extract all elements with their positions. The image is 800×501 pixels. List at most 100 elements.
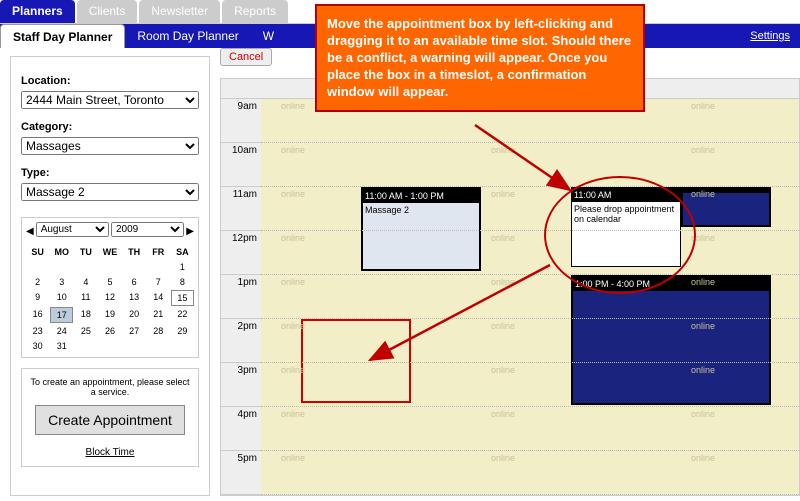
calendar-day[interactable]: 4: [74, 275, 97, 289]
calendar-day[interactable]: 14: [147, 290, 170, 306]
watermark: online: [691, 321, 715, 331]
calendar-day[interactable]: 8: [171, 275, 194, 289]
calendar-day[interactable]: 13: [123, 290, 146, 306]
grid-row: [261, 319, 799, 363]
calendar-day[interactable]: 9: [26, 290, 49, 306]
calendar-dayhead: WE: [98, 245, 121, 259]
calendar-day[interactable]: 23: [26, 324, 49, 338]
time-column: 9am10am11am12pm1pm2pm3pm4pm5pm: [221, 99, 261, 495]
watermark: online: [691, 189, 715, 199]
watermark: online: [281, 101, 305, 111]
calendar-day[interactable]: 29: [171, 324, 194, 338]
calendar-day[interactable]: 2: [26, 275, 49, 289]
calendar-dayhead: MO: [50, 245, 73, 259]
watermark: online: [491, 453, 515, 463]
calendar-day[interactable]: 18: [74, 307, 97, 323]
calendar-day[interactable]: 21: [147, 307, 170, 323]
calendar-day[interactable]: 19: [98, 307, 121, 323]
subtab-staff-day-planner[interactable]: Staff Day Planner: [0, 24, 125, 48]
cancel-button[interactable]: Cancel: [220, 48, 272, 66]
calendar-day[interactable]: 7: [147, 275, 170, 289]
create-hint: To create an appointment, please select …: [30, 377, 190, 397]
tab-reports[interactable]: Reports: [222, 0, 288, 23]
calendar-day[interactable]: 30: [26, 339, 49, 353]
create-appointment-box: To create an appointment, please select …: [21, 368, 199, 467]
content: Cancel 9am10am11am12pm1pm2pm3pm4pm5pm 11…: [210, 48, 800, 496]
calendar-day[interactable]: 3: [50, 275, 73, 289]
calendar-day[interactable]: 28: [147, 324, 170, 338]
calendar-day[interactable]: 17: [50, 307, 73, 323]
calendar-day[interactable]: 27: [123, 324, 146, 338]
watermark: online: [281, 233, 305, 243]
year-select[interactable]: 2009: [111, 222, 184, 237]
mini-calendar: ◀ August 2009 ▶ SUMOTUWETHFRSA1234567891…: [21, 217, 199, 358]
instruction-callout: Move the appointment box by left-clickin…: [315, 4, 645, 112]
calendar-dayhead: FR: [147, 245, 170, 259]
tab-planners[interactable]: Planners: [0, 0, 75, 23]
watermark: online: [491, 409, 515, 419]
time-label: 1pm: [221, 275, 261, 319]
location-label: Location:: [21, 75, 199, 87]
sidebar: Location: 2444 Main Street, Toronto Cate…: [10, 56, 210, 496]
tab-clients[interactable]: Clients: [77, 0, 138, 23]
calendar-day[interactable]: 22: [171, 307, 194, 323]
time-label: 4pm: [221, 407, 261, 451]
watermark: online: [691, 277, 715, 287]
watermark: online: [691, 101, 715, 111]
calendar-day: [147, 260, 170, 274]
calendar-day[interactable]: 20: [123, 307, 146, 323]
grid-row: [261, 231, 799, 275]
watermark: online: [691, 233, 715, 243]
month-select[interactable]: August: [36, 222, 109, 237]
watermark: online: [491, 321, 515, 331]
watermark: online: [691, 365, 715, 375]
calendar-dayhead: TU: [74, 245, 97, 259]
calendar-day: [123, 260, 146, 274]
calendar-day[interactable]: 11: [74, 290, 97, 306]
watermark: online: [491, 233, 515, 243]
subtab-w[interactable]: W: [251, 24, 286, 48]
calendar-day[interactable]: 25: [74, 324, 97, 338]
block-time-link[interactable]: Block Time: [30, 447, 190, 458]
calendar-day[interactable]: 16: [26, 307, 49, 323]
time-label: 3pm: [221, 363, 261, 407]
watermark: online: [281, 277, 305, 287]
watermark: online: [281, 409, 305, 419]
calendar-day: [98, 260, 121, 274]
create-appointment-button[interactable]: Create Appointment: [35, 405, 185, 435]
schedule-grid[interactable]: 11:00 AM - 1:00 PM Massage 2 11:00 AM Pl…: [261, 99, 799, 495]
calendar-day[interactable]: 24: [50, 324, 73, 338]
calendar-day[interactable]: 12: [98, 290, 121, 306]
grid-row: [261, 275, 799, 319]
location-select[interactable]: 2444 Main Street, Toronto: [21, 91, 199, 109]
calendar-day: [50, 260, 73, 274]
type-select[interactable]: Massage 2: [21, 183, 199, 201]
watermark: online: [691, 145, 715, 155]
watermark: online: [691, 409, 715, 419]
calendar-day: [26, 260, 49, 274]
type-label: Type:: [21, 167, 199, 179]
grid-row: [261, 407, 799, 451]
category-select[interactable]: Massages: [21, 137, 199, 155]
watermark: online: [491, 145, 515, 155]
time-label: 11am: [221, 187, 261, 231]
grid-row: [261, 451, 799, 495]
calendar-day[interactable]: 26: [98, 324, 121, 338]
tab-newsletter[interactable]: Newsletter: [139, 0, 220, 23]
calendar-day[interactable]: 5: [98, 275, 121, 289]
calendar-prev-icon[interactable]: ◀: [26, 226, 34, 237]
watermark: online: [691, 453, 715, 463]
calendar-day[interactable]: 31: [50, 339, 73, 353]
calendar-day[interactable]: 6: [123, 275, 146, 289]
calendar-dayhead: SU: [26, 245, 49, 259]
calendar-day[interactable]: 10: [50, 290, 73, 306]
settings-link[interactable]: Settings: [750, 30, 790, 42]
watermark: online: [281, 321, 305, 331]
calendar-day[interactable]: 1: [171, 260, 194, 274]
subtab-room-day-planner[interactable]: Room Day Planner: [125, 24, 250, 48]
watermark: online: [491, 365, 515, 375]
calendar-day[interactable]: 15: [171, 290, 194, 306]
watermark: online: [281, 145, 305, 155]
watermark: online: [281, 189, 305, 199]
calendar-next-icon[interactable]: ▶: [186, 226, 194, 237]
